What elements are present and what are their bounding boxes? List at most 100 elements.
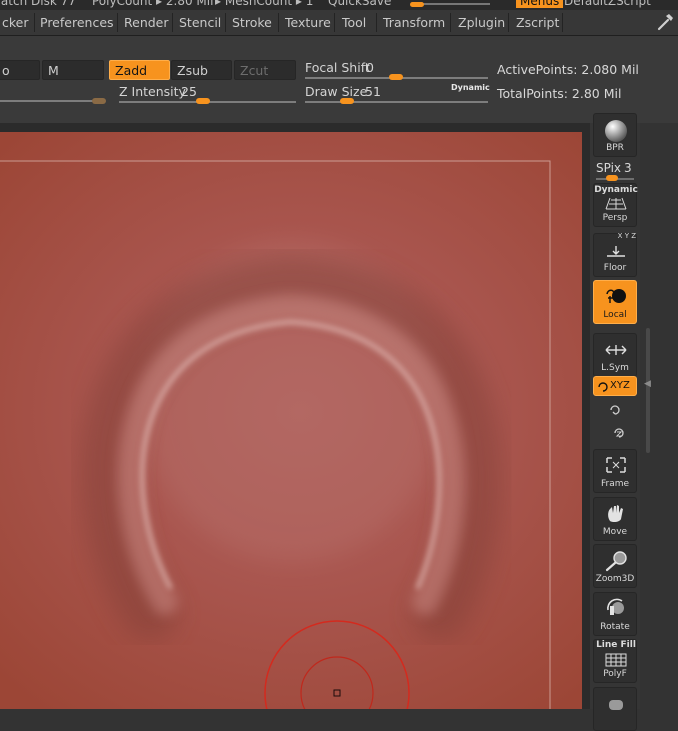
spix-value: 3 [624,161,632,175]
defaultzscript-button[interactable]: DefaultZScript [564,0,651,8]
polyf-label: PolyF [603,669,627,679]
menu-separator [450,13,451,32]
xyz-label: XYZ [610,380,630,391]
zsub-label: Zsub [177,63,208,78]
menu-preferences[interactable]: Preferences [40,15,114,30]
menu-separator [172,13,173,32]
menu-separator [117,13,118,32]
menu-separator [562,13,563,32]
symmetry-arrows-icon [605,345,627,355]
focal-shift-value: 0 [366,60,374,75]
zsub-button[interactable]: Zsub [171,60,232,80]
menu-tool[interactable]: Tool [342,15,366,30]
local-icon [606,289,626,303]
transp-icon [609,700,623,710]
move-button[interactable]: Move [593,497,637,541]
transp-button[interactable] [593,687,637,731]
focal-shift-label: Focal Shift [305,60,370,75]
local-button[interactable]: Local [593,280,637,324]
top-shelf: o M Zadd Zsub Zcut Z Intensity 25 Focal … [0,36,678,123]
zoom3d-label: Zoom3D [595,574,635,584]
floor-button[interactable]: X Y Z Floor [593,232,637,277]
menu-separator [278,13,279,32]
brush-center-marker [333,689,341,697]
z-intensity-label: Z Intensity [119,84,186,99]
top-slider-knob[interactable] [410,2,424,7]
quicksave-button[interactable]: QuickSave [328,0,391,8]
floor-axes-label: X Y Z [617,232,636,240]
rgb-intensity-track[interactable] [0,100,100,102]
top-status-strip: ratch Disk 77 PolyCount ▸ 2.80 Mil ▸ Mes… [0,0,678,10]
rotate-y-icon[interactable] [608,403,622,417]
rotate-label: Rotate [600,622,630,632]
floor-icon [607,246,625,257]
shelf-scrollbar[interactable] [646,328,650,453]
bpr-button[interactable]: BPR [593,113,637,157]
perspective-grid-icon [605,197,627,210]
menu-separator [508,13,509,32]
focal-ring [300,656,374,709]
bpr-sphere-icon [605,120,627,142]
rotate-icon [607,598,624,615]
spix-knob[interactable] [606,175,618,181]
dynamic-toggle[interactable]: Dynamic [451,83,490,92]
rgb-intensity-knob[interactable] [92,98,106,104]
menu-transform[interactable]: Transform [383,15,445,30]
lsym-button[interactable]: L.Sym [593,333,637,377]
z-intensity-knob[interactable] [196,98,210,104]
zadd-label: Zadd [115,63,148,78]
menu-stencil[interactable]: Stencil [179,15,221,30]
rotate-axis-icon [598,382,608,392]
local-label: Local [603,310,627,320]
side-scroll-strip: ◀ [640,123,678,709]
rotate-button[interactable]: Rotate [593,592,637,636]
zoom-magnifier-icon [605,551,627,572]
z-intensity-value: 25 [181,84,197,99]
xyz-rotate-button[interactable]: XYZ [593,376,637,396]
floor-label: Floor [603,263,627,273]
menu-separator [334,13,335,32]
draw-size-knob[interactable] [340,98,354,104]
menu-stroke[interactable]: Stroke [232,15,272,30]
zadd-button[interactable]: Zadd [109,60,170,80]
persp-dynamic-label: Dynamic [594,185,638,195]
frame-button[interactable]: Frame [593,449,637,493]
menu-zplugin[interactable]: Zplugin [458,15,505,30]
linefill-label: Line Fill [596,640,636,650]
move-label: Move [602,527,628,537]
scratch-disk-readout: ratch Disk 77 [0,0,76,8]
focal-shift-knob[interactable] [389,74,403,80]
persp-button[interactable]: Dynamic Persp [593,183,638,227]
persp-label: Persp [602,213,628,223]
menu-render[interactable]: Render [124,15,169,30]
total-points-readout: TotalPoints: 2.80 Mil [497,86,622,101]
meshcount-readout: ▸ MeshCount ▸ 1 [215,0,314,8]
bpr-label: BPR [606,143,624,153]
draw-size-label: Draw Size [305,84,368,99]
top-slider-track[interactable] [420,3,490,5]
m-label: M [48,63,59,78]
mrgb-label: o [2,63,10,78]
lsym-label: L.Sym [601,363,629,373]
document-area [0,123,590,709]
menus-button[interactable]: Menus [516,0,564,8]
m-button[interactable]: M [42,60,104,80]
mrgb-button[interactable]: o [0,60,40,80]
sculpt-surface [0,160,551,709]
menu-separator [34,13,35,32]
draw-size-track[interactable] [305,101,488,103]
sculpt-canvas[interactable] [0,132,582,709]
menu-separator [225,13,226,32]
menu-texture[interactable]: Texture [285,15,331,30]
polyf-button[interactable]: Line Fill PolyF [593,639,637,683]
menu-bar: cker Preferences Render Stencil Stroke T… [0,10,678,36]
menu-zscript[interactable]: Zscript [516,15,559,30]
right-shelf: BPR SPix 3 Dynamic Persp X Y Z Floor Loc… [590,113,640,731]
zoom3d-button[interactable]: Zoom3D [593,544,637,588]
zcut-button[interactable]: Zcut [234,60,296,80]
menu-picker[interactable]: cker [2,15,29,30]
wrench-icon[interactable] [656,12,676,32]
menu-separator [376,13,377,32]
rotate-z-icon[interactable] [612,426,626,440]
expand-arrow-icon[interactable]: ◀ [644,379,651,389]
